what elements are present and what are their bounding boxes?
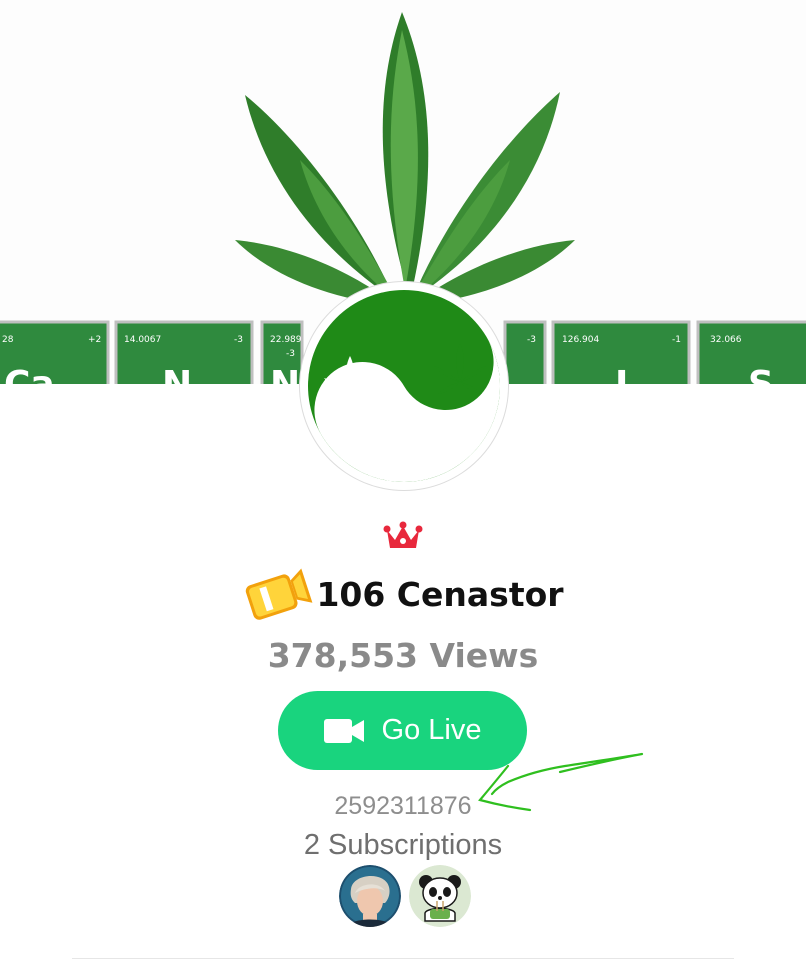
- channel-name: 106 Cenastor: [316, 574, 564, 614]
- tile-charge-1: +2: [88, 335, 101, 345]
- subscriber-avatar-2[interactable]: [409, 865, 471, 927]
- views-count: 378,553 Views: [267, 636, 539, 675]
- tile-symbol-1: Ca: [4, 364, 55, 384]
- yin-yang-leaf-icon: [304, 286, 504, 486]
- panda-avatar-icon: [409, 865, 471, 927]
- tile-charge-5: -1: [672, 335, 681, 345]
- channel-name-row: 106 Cenastor: [0, 562, 806, 626]
- video-camera-icon: [323, 718, 364, 743]
- tile-symbol-5: I: [615, 364, 628, 384]
- tile-symbol-6: S: [748, 364, 774, 384]
- profile-page: 28 +2 Ca 14.0067 -3 N 22.989 -3 Na -3 12…: [0, 0, 806, 963]
- tile-number-2: 14.0067: [124, 335, 161, 345]
- tile-number-3: 22.989: [270, 335, 302, 345]
- subscriber-avatar-1[interactable]: [339, 865, 401, 927]
- video-rank-badge-icon: [246, 568, 313, 620]
- crown-icon: [383, 521, 423, 548]
- user-id: 2592311876: [334, 792, 472, 820]
- person-avatar-icon: [339, 865, 401, 927]
- tile-number-5: 126.904: [562, 335, 599, 345]
- tile-number-6: 32.066: [710, 335, 742, 345]
- divider: [72, 958, 734, 959]
- tile-charge-4: -3: [527, 335, 536, 345]
- leaf-illustration: [235, 12, 575, 320]
- tile-charge-2: -3: [234, 335, 243, 345]
- tile-symbol-2: N: [162, 364, 192, 384]
- go-live-label: Go Live: [381, 714, 482, 746]
- profile-avatar[interactable]: [300, 282, 508, 490]
- tile-charge-3: -3: [286, 349, 295, 359]
- subscriptions-label[interactable]: 2 Subscriptions: [0, 829, 806, 862]
- tile-number-1: 28: [2, 335, 14, 345]
- subscription-avatars: [339, 865, 479, 927]
